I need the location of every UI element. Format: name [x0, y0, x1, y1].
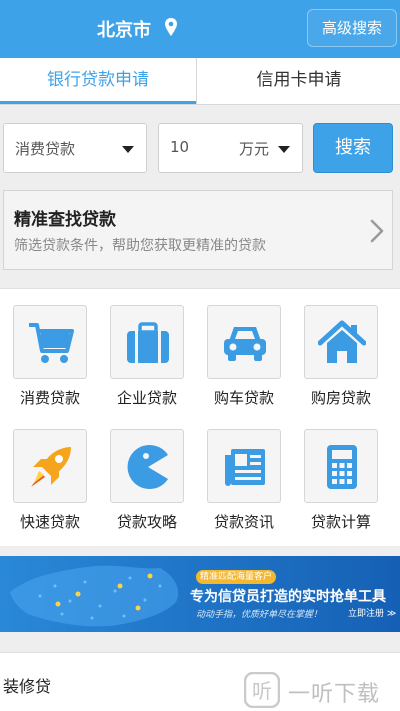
newspaper-icon — [225, 449, 265, 486]
amount-value: 10 — [170, 138, 190, 156]
category-icon-box — [304, 429, 378, 503]
category-fast-loan[interactable]: 快速贷款 — [2, 413, 98, 531]
finder-description: 筛选贷款条件，帮助您获取更精准的贷款 — [14, 238, 266, 254]
city-selector[interactable]: 北京市 — [97, 16, 151, 42]
briefcase-icon — [127, 322, 169, 363]
category-label: 贷款资讯 — [213, 513, 274, 531]
category-icon-box — [304, 305, 378, 379]
category-label: 购车贷款 — [213, 389, 274, 407]
banner-tag: 精准匹配海量客户 — [196, 570, 277, 584]
category-home-loan[interactable]: 购房贷款 — [293, 289, 389, 407]
search-button[interactable]: 搜索 — [313, 123, 393, 173]
chevron-down-icon — [278, 146, 290, 153]
category-icon-box — [13, 429, 87, 503]
precise-loan-finder[interactable]: 精准查找贷款 筛选贷款条件，帮助您获取更精准的贷款 — [3, 190, 393, 270]
search-row: 消费贷款 10 万元 搜索 — [0, 106, 400, 186]
category-label: 购房贷款 — [310, 389, 371, 407]
app-header: 北京市 高级搜索 — [0, 0, 400, 58]
loan-type-value: 消费贷款 — [15, 140, 76, 158]
location-pin-icon[interactable] — [163, 17, 179, 39]
category-icon-box — [207, 429, 281, 503]
category-label: 贷款计算 — [310, 513, 371, 531]
category-label: 消费贷款 — [19, 389, 80, 407]
tab-credit-card[interactable]: 信用卡申请 — [198, 58, 400, 104]
category-icon-box — [13, 305, 87, 379]
banner-headline: 专为信贷员打造的实时抢单工具 — [190, 589, 386, 605]
banner-subtitle: 动动手指，优质好单尽在掌握！ — [196, 610, 323, 620]
chevron-down-icon — [122, 146, 134, 153]
pacman-icon — [127, 445, 168, 489]
shopping-cart-icon — [29, 323, 74, 363]
watermark: 听 一听下载 — [244, 670, 400, 710]
category-business-loan[interactable]: 企业贷款 — [99, 289, 195, 407]
loan-list-item-title: 装修贷 — [3, 677, 52, 696]
tab-bar: 银行贷款申请 信用卡申请 — [0, 58, 400, 105]
promo-banner[interactable]: 精准匹配海量客户 专为信贷员打造的实时抢单工具 动动手指，优质好单尽在掌握！ 立… — [0, 556, 400, 632]
tab-divider — [196, 58, 197, 104]
register-now-link[interactable]: 立即注册 ≫ — [348, 606, 396, 619]
category-car-loan[interactable]: 购车贷款 — [196, 289, 292, 407]
category-icon-box — [110, 429, 184, 503]
category-loan-guide[interactable]: 贷款攻略 — [99, 413, 195, 531]
chevron-right-icon — [370, 219, 384, 243]
car-icon — [224, 327, 266, 361]
category-loan-news[interactable]: 贷款资讯 — [196, 413, 292, 531]
calculator-icon — [327, 445, 357, 489]
watermark-logo-icon: 听 — [244, 672, 280, 708]
category-loan-calculator[interactable]: 贷款计算 — [293, 413, 389, 531]
rocket-icon — [31, 447, 71, 487]
category-icon-box — [110, 305, 184, 379]
amount-select[interactable]: 10 万元 — [158, 123, 303, 173]
watermark-text: 一听下载 — [288, 682, 381, 707]
category-icon-box — [207, 305, 281, 379]
category-label: 企业贷款 — [116, 389, 177, 407]
category-grid: 消费贷款 企业贷款 购车贷款 购房贷款 快速贷款 贷款攻略 贷款资讯 贷款计算 — [0, 288, 400, 546]
category-label: 贷款攻略 — [116, 513, 177, 531]
house-icon — [318, 320, 366, 363]
category-consumer-loan[interactable]: 消费贷款 — [2, 289, 98, 407]
svg-text:听: 听 — [252, 679, 272, 703]
advanced-search-button[interactable]: 高级搜索 — [307, 9, 397, 47]
finder-title: 精准查找贷款 — [14, 210, 116, 230]
category-label: 快速贷款 — [19, 513, 80, 531]
loan-type-select[interactable]: 消费贷款 — [3, 123, 147, 173]
tab-bank-loan[interactable]: 银行贷款申请 — [0, 58, 196, 104]
amount-unit: 万元 — [239, 140, 270, 158]
